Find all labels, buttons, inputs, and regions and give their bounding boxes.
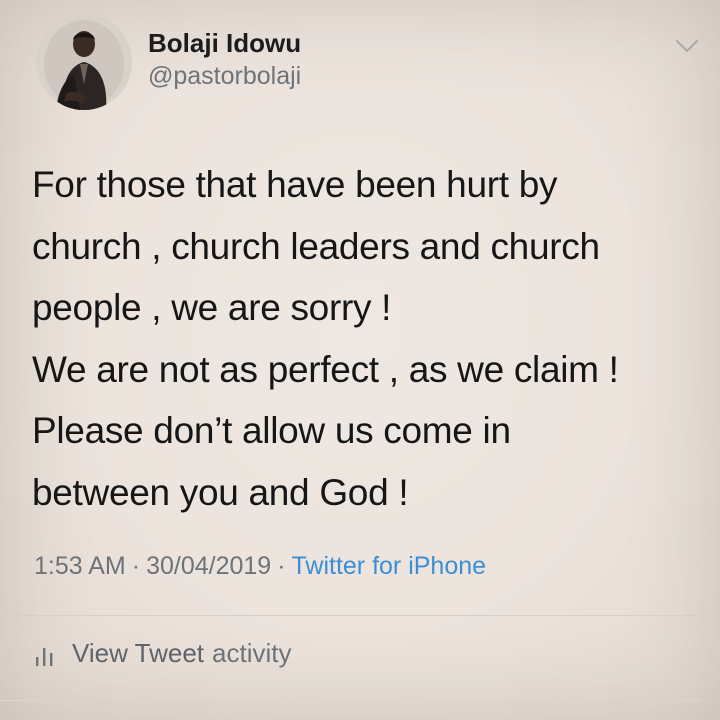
tweet-text-line: Please don’t allow us come in [32,410,511,451]
activity-label: View Tweet [72,638,205,668]
tweet-time[interactable]: 1:53 AM [34,552,126,580]
author-avatar[interactable] [36,14,132,110]
tweet-text: For those that have been hurt by church … [32,154,712,523]
divider [0,700,702,701]
tweet-text-line: We are not as perfect , as we claim ! [32,348,619,390]
divider [0,615,702,616]
tweet-meta: 1:53 AM · 30/04/2019 · Twitter for iPhone [34,552,486,581]
meta-separator: · [277,552,286,580]
bar-chart-icon [36,647,53,666]
chevron-down-icon[interactable] [674,36,700,56]
meta-separator: · [131,552,141,580]
author-handle[interactable]: @pastorbolaji [148,62,301,91]
tweet-text-line: people , we are sorry ! [32,287,392,328]
tweet-text-line: between you and God ! [32,471,409,513]
tweet-screen: { "tweet": { "author": { "display_name":… [0,0,720,720]
tweet-text-line: For those that have been hurt by [32,164,558,205]
view-tweet-activity-button[interactable]: View Tweet activity [34,638,291,669]
tweet-date[interactable]: 30/04/2019 [146,552,271,580]
activity-label-secondary: activity [212,638,292,668]
tweet-text-line: church , church leaders and church [32,225,600,267]
author-display-name[interactable]: Bolaji Idowu [148,28,301,59]
avatar-photo-icon [36,14,132,110]
tweet-source-link[interactable]: Twitter for iPhone [292,552,487,580]
